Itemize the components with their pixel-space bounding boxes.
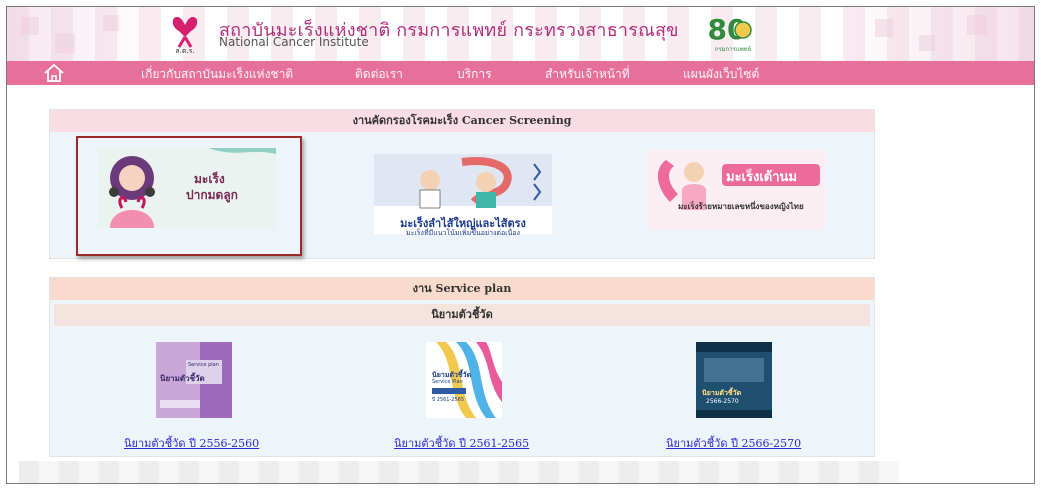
browser-frame: ส.ต.ร. สถาบันมะเร็งแห่งชาติ กรมการแพทย์ … — [6, 6, 1035, 484]
header-decor — [967, 15, 987, 35]
header-decor — [21, 17, 39, 35]
book-cover-3 — [696, 342, 772, 418]
home-icon[interactable] — [43, 63, 65, 83]
nav-item-staff[interactable]: สำหรับเจ้าหน้าที่ — [545, 65, 630, 84]
service-plan-panel: งาน Service plan นิยามตัวชี้วัด นิยามตัว… — [49, 277, 875, 457]
link-indicator-2566-2570[interactable]: นิยามตัวชี้วัด ปี 2566-2570 — [666, 434, 801, 452]
card-colorectal-cancer[interactable]: มะเร็งลำไส้ใหญ่และไส้ตรง มะเร็งที่มีแนวโ… — [374, 154, 552, 237]
indicator-book-2561-2565[interactable]: นิยามตัวชี้วัด Service Plan ปี 2561-2565 — [426, 342, 502, 418]
service-plan-heading: งาน Service plan — [50, 278, 874, 300]
service-plan-subheading: นิยามตัวชี้วัด — [54, 304, 870, 326]
link-indicator-2561-2565[interactable]: นิยามตัวชี้วัด ปี 2561-2565 — [394, 434, 529, 452]
indicator-book-2566-2570[interactable]: นิยามตัวชี้วัด 2566-2570 — [696, 342, 772, 418]
header-decor — [875, 19, 893, 37]
selected-card-highlight — [76, 136, 302, 256]
indicator-book-2556-2560[interactable]: นิยามตัวชี้วัด Service plan — [156, 342, 232, 418]
card-colorectal-subtitle: มะเร็งที่มีแนวโน้มเพิ่มขึ้นอย่างต่อเนื่อ… — [406, 230, 520, 237]
book-3-years: 2566-2570 — [706, 398, 739, 405]
institute-logo[interactable]: ส.ต.ร. — [167, 13, 203, 55]
nav-item-sitemap[interactable]: แผนผังเว็บไซต์ — [683, 65, 759, 84]
header-decor — [103, 15, 119, 31]
site-subtitle: National Cancer Institute — [219, 35, 369, 49]
nav-item-services[interactable]: บริการ — [457, 65, 492, 84]
logo-text: ส.ต.ร. — [175, 47, 194, 55]
link-indicator-2556-2560[interactable]: นิยามตัวชี้วัด ปี 2556-2560 — [124, 434, 259, 452]
anniversary-caption: กรมการแพทย์ — [715, 45, 751, 53]
main-nav: เกี่ยวกับสถาบันมะเร็งแห่งชาติ ติดต่อเรา … — [7, 61, 1034, 85]
main-content: งานคัดกรองโรคมะเร็ง Cancer Screening มะเ… — [49, 109, 891, 459]
screening-heading: งานคัดกรองโรคมะเร็ง Cancer Screening — [50, 110, 874, 132]
page-footer-decor — [19, 461, 899, 483]
header-decor — [55, 33, 75, 53]
card-breast-cancer[interactable]: มะเร็งเต้านม มะเร็งร้ายหมายเลขหนึ่งของหญ… — [648, 150, 826, 230]
nav-item-contact[interactable]: ติดต่อเรา — [355, 65, 403, 84]
card-breast-title: มะเร็งเต้านม — [726, 169, 797, 184]
book-2-subtitle: Service Plan — [432, 379, 463, 385]
nav-item-about[interactable]: เกี่ยวกับสถาบันมะเร็งแห่งชาติ — [141, 65, 293, 84]
anniversary-logo: 80 กรมการแพทย์ — [709, 13, 752, 53]
breast-illustration — [648, 150, 826, 230]
book-2-years: ปี 2561-2565 — [432, 397, 465, 403]
site-header: ส.ต.ร. สถาบันมะเร็งแห่งชาติ กรมการแพทย์ … — [7, 7, 1034, 61]
header-decor — [919, 35, 935, 51]
card-breast-subtitle: มะเร็งร้ายหมายเลขหนึ่งของหญิงไทย — [678, 202, 804, 211]
screening-panel: งานคัดกรองโรคมะเร็ง Cancer Screening มะเ… — [49, 109, 875, 259]
book-1-title: นิยามตัวชี้วัด — [160, 374, 205, 383]
book-1-subtitle: Service plan — [188, 362, 219, 368]
